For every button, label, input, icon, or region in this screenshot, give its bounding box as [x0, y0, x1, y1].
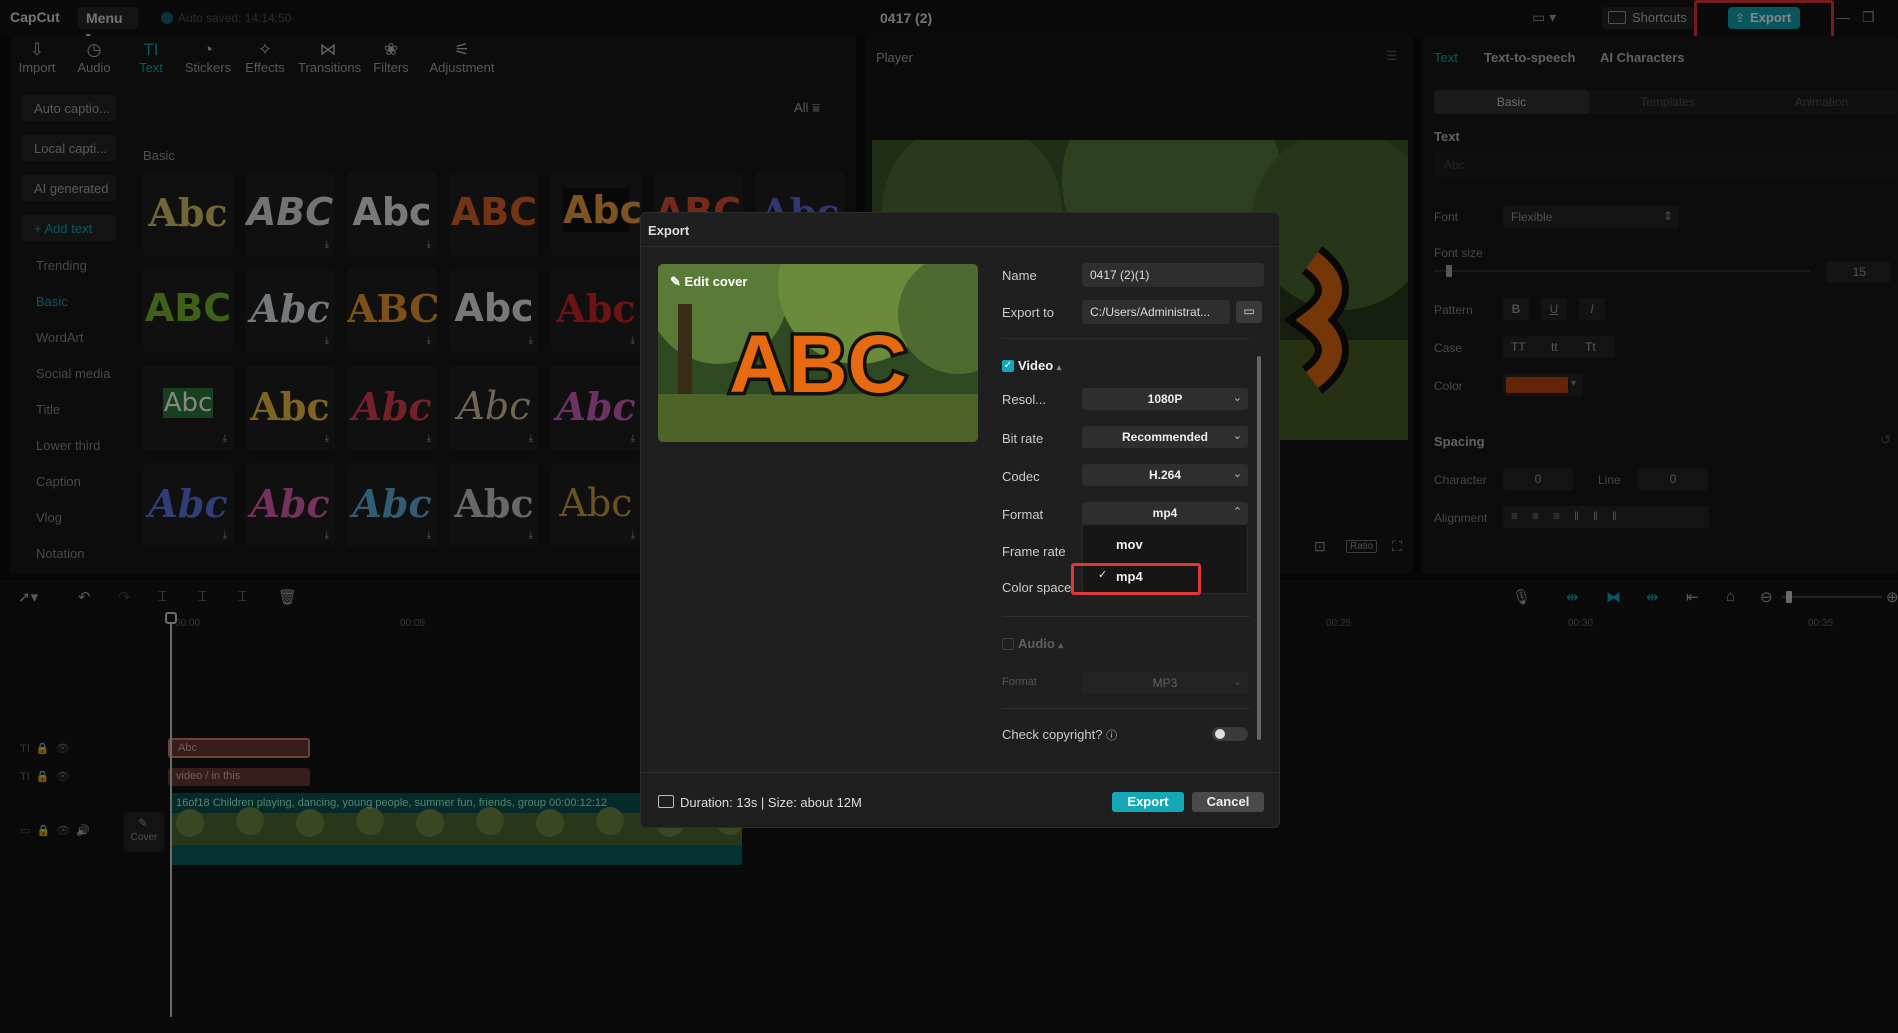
copyright-label: Check copyright? ⓘ [1002, 727, 1117, 743]
audio-format-label: Format [1002, 676, 1037, 688]
chevron-down-icon: ⌄ [1233, 675, 1242, 688]
edit-cover-button[interactable]: ✎ Edit cover [670, 274, 747, 290]
codec-select[interactable]: H.264⌄ [1082, 464, 1248, 486]
chevron-down-icon: ⌄ [1233, 391, 1242, 404]
name-label: Name [1002, 268, 1037, 283]
pencil-icon: ✎ [670, 274, 681, 289]
chevron-up-icon: ▴ [1057, 362, 1062, 372]
toggle-knob [1215, 729, 1225, 739]
dialog-scrollbar[interactable] [1257, 356, 1261, 740]
chevron-up-icon: ⌃ [1233, 505, 1242, 518]
audio-checkbox[interactable] [1002, 638, 1014, 650]
folder-icon[interactable]: ▭ [1236, 301, 1262, 323]
audio-section-label[interactable]: Audio ▴ [1018, 636, 1063, 651]
resolution-select[interactable]: 1080P⌄ [1082, 388, 1248, 410]
chevron-down-icon: ⌄ [1233, 429, 1242, 442]
colorspace-label: Color space [1002, 580, 1074, 595]
chevron-down-icon: ⌄ [1233, 467, 1242, 480]
cancel-button[interactable]: Cancel [1192, 792, 1264, 812]
divider [1002, 338, 1250, 339]
format-option-mov[interactable]: mov [1116, 537, 1143, 552]
export-to-label: Export to [1002, 305, 1054, 320]
name-input[interactable]: 0417 (2)(1) [1082, 263, 1264, 287]
highlight-mp4-option [1071, 563, 1201, 595]
video-section-label[interactable]: Video ▴ [1018, 358, 1061, 373]
cover-preview[interactable]: ABC [658, 264, 978, 442]
divider [1002, 708, 1250, 709]
video-checkbox[interactable]: ✓ [1002, 360, 1014, 372]
info-icon[interactable]: ⓘ [1106, 730, 1117, 742]
divider [640, 246, 1280, 247]
bitrate-select[interactable]: Recommended⌄ [1082, 426, 1248, 448]
chevron-up-icon: ▴ [1058, 640, 1063, 650]
codec-label: Codec [1002, 469, 1040, 484]
format-label: Format [1002, 507, 1043, 522]
dialog-title: Export [648, 223, 689, 238]
resolution-label: Resol... [1002, 392, 1046, 407]
bitrate-label: Bit rate [1002, 431, 1043, 446]
film-icon [658, 795, 674, 808]
audio-format-select[interactable]: MP3⌄ [1082, 672, 1248, 694]
duration-size-info: Duration: 13s | Size: about 12M [680, 795, 862, 810]
export-button[interactable]: Export [1112, 792, 1184, 812]
cover-text: ABC [729, 319, 907, 410]
framerate-label: Frame rate [1002, 544, 1066, 559]
divider [640, 772, 1280, 773]
divider [1002, 616, 1250, 617]
export-path-input[interactable]: C:/Users/Administrat... [1082, 300, 1230, 324]
format-select[interactable]: mp4⌃ [1082, 502, 1248, 524]
